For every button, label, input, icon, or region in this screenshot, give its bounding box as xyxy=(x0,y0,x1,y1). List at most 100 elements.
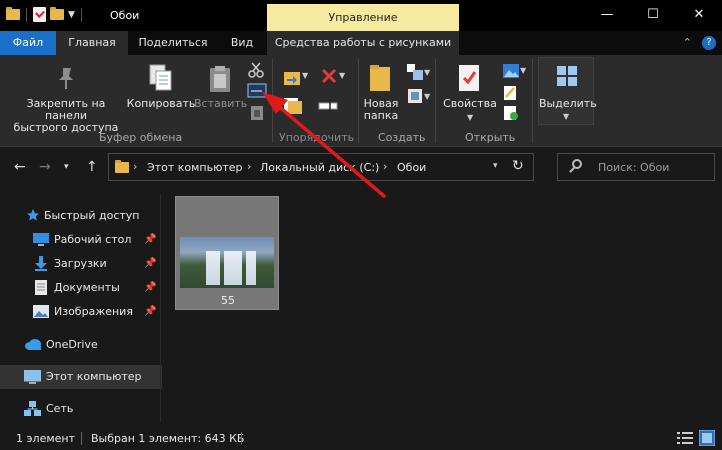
copy-to-icon[interactable] xyxy=(282,95,304,115)
move-to-icon[interactable] xyxy=(282,67,304,87)
close-button[interactable]: ✕ xyxy=(676,0,722,31)
recent-locations-icon[interactable]: ▾ xyxy=(64,162,69,172)
new-item-icon[interactable] xyxy=(406,63,424,81)
minimize-button[interactable]: — xyxy=(584,0,630,31)
search-icon xyxy=(572,159,582,169)
pin-icon: 📌 xyxy=(144,282,157,293)
breadcrumb-separator-icon[interactable]: › xyxy=(383,160,387,173)
selection-info: Выбран 1 элемент: 643 КБ xyxy=(91,432,245,445)
rename-icon[interactable] xyxy=(318,97,338,113)
image-thumbnail xyxy=(180,237,274,288)
refresh-icon[interactable]: ↻ xyxy=(512,158,524,174)
quick-access-toolbar: ▼ xyxy=(6,7,84,22)
easy-access-dropdown-icon[interactable]: ▼ xyxy=(424,92,430,101)
file-name: 55 xyxy=(221,294,235,307)
pin-icon: 📌 xyxy=(144,234,157,245)
folder-icon xyxy=(6,7,20,20)
status-bar: 1 элемент Выбран 1 элемент: 643 КБ xyxy=(0,426,722,450)
copy-button[interactable]: Копировать xyxy=(126,98,196,110)
pin-icon xyxy=(59,68,73,89)
cloud-icon xyxy=(25,339,41,350)
new-item-dropdown-icon[interactable]: ▼ xyxy=(424,68,430,77)
paste-button[interactable]: Вставить xyxy=(194,98,247,110)
sidebar-item-pictures[interactable]: Изображения 📌 xyxy=(0,300,162,324)
pictures-icon xyxy=(33,305,49,318)
properties-dropdown-icon[interactable]: ▼ xyxy=(467,113,473,122)
sidebar-item-desktop[interactable]: Рабочий стол 📌 xyxy=(0,228,162,252)
history-icon[interactable] xyxy=(503,105,519,121)
file-tile[interactable]: 55 xyxy=(175,196,279,310)
star-icon xyxy=(27,209,39,221)
customize-toolbar-icon[interactable]: ▼ xyxy=(68,10,75,20)
document-icon xyxy=(35,280,47,295)
open-icon[interactable] xyxy=(502,63,520,79)
delete-dropdown-icon[interactable]: ▼ xyxy=(339,71,345,80)
ribbon-tabs: Файл Главная Поделиться Вид Средства раб… xyxy=(0,31,722,55)
tab-file[interactable]: Файл xyxy=(0,31,56,55)
group-organize-label: Упорядочить xyxy=(279,131,355,144)
pane-divider[interactable] xyxy=(160,194,161,422)
help-icon[interactable]: ? xyxy=(702,36,716,50)
properties-icon xyxy=(459,65,479,91)
select-icon xyxy=(557,66,577,86)
address-folder-icon xyxy=(115,160,129,173)
copy-icon xyxy=(149,64,172,91)
sidebar-item-documents[interactable]: Документы 📌 xyxy=(0,276,162,300)
properties-icon[interactable] xyxy=(33,7,46,22)
move-to-dropdown-icon[interactable]: ▼ xyxy=(302,71,308,80)
maximize-button[interactable]: ☐ xyxy=(630,0,676,31)
sidebar-item-this-pc[interactable]: Этот компьютер xyxy=(0,365,162,389)
paste-shortcut-icon[interactable] xyxy=(250,105,264,121)
window-title: Обои xyxy=(110,9,140,22)
easy-access-icon[interactable] xyxy=(406,87,424,105)
new-folder-button[interactable]: Новая папка xyxy=(358,98,404,122)
address-history-icon[interactable]: ▾ xyxy=(493,161,498,171)
new-folder-icon[interactable] xyxy=(50,7,64,20)
open-dropdown-icon[interactable]: ▼ xyxy=(520,66,526,75)
ribbon: Закрепить на панели быстрого доступа Коп… xyxy=(0,55,722,147)
tab-home[interactable]: Главная xyxy=(56,31,128,55)
tab-manage[interactable]: Управление xyxy=(267,4,459,31)
forward-icon[interactable]: → xyxy=(39,159,51,175)
breadcrumb-local-disk[interactable]: Локальный диск (C:) xyxy=(260,161,379,174)
sidebar-item-network[interactable]: Сеть xyxy=(0,397,162,421)
title-bar: ▼ Обои Управление — ☐ ✕ xyxy=(0,0,722,31)
group-open-label: Открыть xyxy=(465,131,516,144)
select-button[interactable]: Выделить ▼ xyxy=(538,57,597,125)
sidebar-item-quick-access[interactable]: Быстрый доступ xyxy=(0,204,162,228)
large-icons-view-icon[interactable] xyxy=(699,430,715,446)
new-folder-icon xyxy=(370,65,390,91)
pin-icon: 📌 xyxy=(144,258,157,269)
group-create-label: Создать xyxy=(378,131,426,144)
select-dropdown-icon: ▼ xyxy=(563,112,570,121)
breadcrumb-separator-icon[interactable]: › xyxy=(247,160,251,173)
search-input[interactable]: Поиск: Обои xyxy=(598,161,669,174)
up-icon[interactable]: ↑ xyxy=(86,159,98,175)
breadcrumb-this-pc[interactable]: Этот компьютер xyxy=(147,161,243,174)
tab-view[interactable]: Вид xyxy=(220,31,264,55)
pin-icon: 📌 xyxy=(144,306,157,317)
network-icon xyxy=(24,401,41,416)
cut-icon[interactable] xyxy=(248,62,264,78)
copy-path-icon[interactable] xyxy=(247,83,267,99)
paste-icon xyxy=(210,66,230,92)
desktop-icon xyxy=(33,233,49,246)
address-bar[interactable]: › Этот компьютер › Локальный диск (C:) ›… xyxy=(108,153,534,181)
delete-icon[interactable] xyxy=(320,67,338,85)
edit-icon[interactable] xyxy=(503,85,517,101)
search-box[interactable]: Поиск: Обои xyxy=(557,153,715,181)
tab-share[interactable]: Поделиться xyxy=(130,31,216,55)
sidebar-item-onedrive[interactable]: OneDrive xyxy=(0,333,162,357)
computer-icon xyxy=(24,370,41,384)
pin-quick-access-button[interactable]: Закрепить на панели быстрого доступа xyxy=(4,98,128,134)
details-view-icon[interactable] xyxy=(677,431,693,445)
tab-picture-tools[interactable]: Средства работы с рисунками xyxy=(267,31,459,55)
back-icon[interactable]: ← xyxy=(14,159,26,175)
sidebar-item-downloads[interactable]: Загрузки 📌 xyxy=(0,252,162,276)
download-icon xyxy=(35,256,47,271)
breadcrumb-wallpapers[interactable]: Обои xyxy=(397,161,426,174)
breadcrumb-separator-icon[interactable]: › xyxy=(133,160,137,173)
properties-button[interactable]: Свойства xyxy=(442,98,498,110)
collapse-ribbon-icon[interactable]: ⌃ xyxy=(683,36,692,50)
item-count: 1 элемент xyxy=(16,432,75,445)
